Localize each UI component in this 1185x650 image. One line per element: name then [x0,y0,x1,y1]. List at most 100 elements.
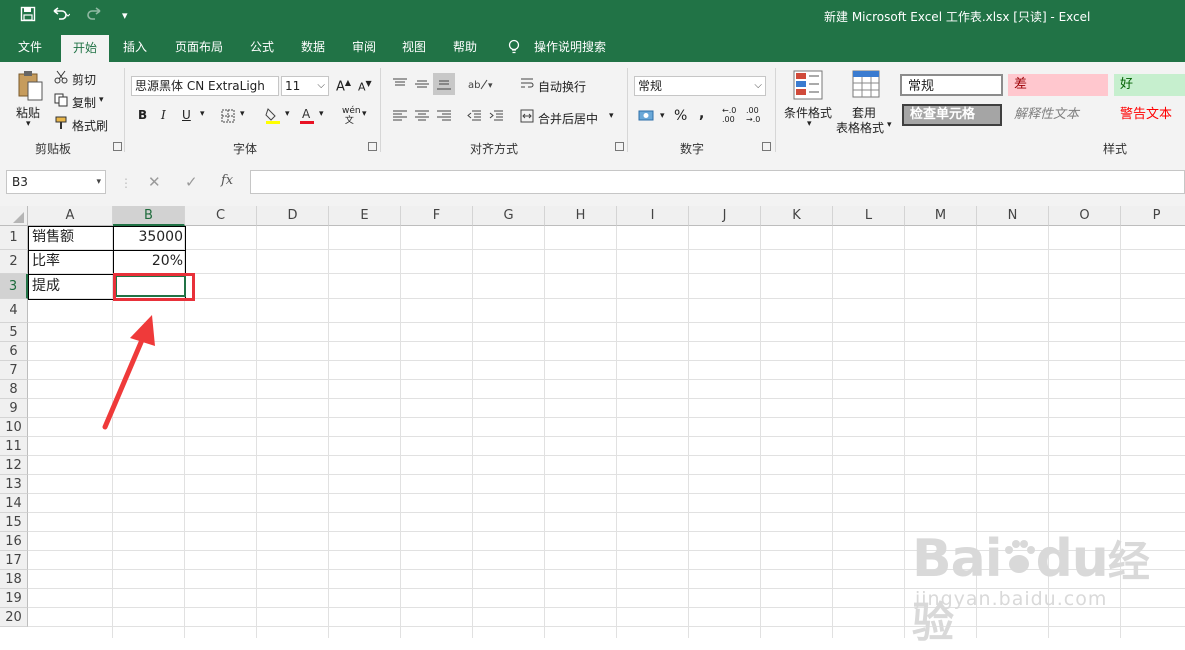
row-header-17[interactable]: 17 [0,551,28,570]
conditional-format-icon[interactable] [793,70,823,104]
row-header-1[interactable]: 1 [0,226,28,250]
column-header-f[interactable]: F [401,206,473,226]
chevron-down-icon[interactable]: ▾ [96,171,101,193]
decrease-indent-icon[interactable] [466,109,482,127]
style-explanatory[interactable]: 解释性文本 [1008,104,1108,126]
border-dropdown-icon[interactable]: ▾ [240,109,245,119]
cell-b1[interactable]: 35000 [113,225,183,249]
name-box[interactable]: B3 ▾ [6,170,106,194]
style-normal[interactable]: 常规 [900,74,1003,96]
save-icon[interactable] [20,6,36,26]
fill-color-icon[interactable] [264,106,282,128]
column-header-a[interactable]: A [28,206,113,226]
row-header-20[interactable]: 20 [0,608,28,627]
font-color-dropdown-icon[interactable]: ▾ [319,109,324,119]
column-header-j[interactable]: J [689,206,761,226]
currency-dropdown-icon[interactable]: ▾ [660,111,665,121]
tab-file[interactable]: 文件 [8,32,52,62]
undo-icon[interactable] [50,6,71,26]
cell-a3[interactable]: 提成 [32,274,60,298]
tab-insert[interactable]: 插入 [113,32,157,62]
column-header-p[interactable]: P [1121,206,1185,226]
orientation-icon[interactable]: ab ▾ [468,76,494,96]
column-header-l[interactable]: L [833,206,905,226]
row-header-15[interactable]: 15 [0,513,28,532]
tab-review[interactable]: 审阅 [342,32,386,62]
increase-decimal-button[interactable]: ←.0.00 [722,106,736,124]
row-header-11[interactable]: 11 [0,437,28,456]
copy-icon[interactable] [54,93,68,111]
tab-view[interactable]: 视图 [392,32,436,62]
copy-dropdown-icon[interactable]: ▾ [99,95,104,105]
merge-center-icon[interactable] [520,109,534,127]
font-launcher-icon[interactable] [368,142,377,151]
formula-input[interactable] [250,170,1185,194]
column-header-m[interactable]: M [905,206,977,226]
percent-button[interactable]: % [674,108,687,124]
enter-icon[interactable]: ✓ [185,173,198,191]
italic-button[interactable]: I [161,108,166,122]
underline-button[interactable]: U [182,108,191,122]
row-header-14[interactable]: 14 [0,494,28,513]
style-warning[interactable]: 警告文本 [1114,104,1185,126]
row-header-3[interactable]: 3 [0,274,28,299]
underline-dropdown-icon[interactable]: ▾ [200,109,205,119]
decrease-decimal-button[interactable]: .00 →.0 [746,106,760,124]
column-header-h[interactable]: H [545,206,617,226]
scissors-icon[interactable] [54,70,68,88]
comma-button[interactable]: , [699,106,704,122]
alignment-launcher-icon[interactable] [615,142,624,151]
merge-center-button[interactable]: 合并后居中 [538,110,598,127]
tab-page-layout[interactable]: 页面布局 [168,32,230,62]
fill-dropdown-icon[interactable]: ▾ [285,109,290,119]
font-family-select[interactable]: 思源黑体 CN ExtraLigh [131,76,279,96]
format-painter-icon[interactable] [54,116,68,134]
table-format-icon[interactable] [852,70,882,104]
font-color-icon[interactable]: A [298,106,316,128]
increase-font-icon[interactable]: A▲ [336,78,351,94]
wrap-text-icon[interactable] [520,77,534,95]
style-bad[interactable]: 差 [1008,74,1108,96]
conditional-format-dropdown-icon[interactable]: ▾ [807,119,812,129]
column-header-n[interactable]: N [977,206,1049,226]
row-header-9[interactable]: 9 [0,399,28,418]
increase-indent-icon[interactable] [488,109,504,127]
cancel-icon[interactable]: ✕ [148,173,161,191]
align-bottom-icon[interactable] [433,73,455,95]
currency-icon[interactable] [638,108,656,128]
column-header-d[interactable]: D [257,206,329,226]
tab-help[interactable]: 帮助 [443,32,487,62]
column-header-i[interactable]: I [617,206,689,226]
paste-icon[interactable] [16,70,44,106]
copy-button[interactable]: 复制 [72,94,96,111]
select-all-corner[interactable] [0,206,28,226]
column-header-c[interactable]: C [185,206,257,226]
number-launcher-icon[interactable] [762,142,771,151]
clipboard-launcher-icon[interactable] [113,142,122,151]
align-right-icon[interactable] [436,109,452,127]
align-middle-icon[interactable] [414,77,430,95]
column-header-b[interactable]: B [113,206,185,226]
align-top-icon[interactable] [392,77,408,95]
column-header-e[interactable]: E [329,206,401,226]
row-header-13[interactable]: 13 [0,475,28,494]
row-header-2[interactable]: 2 [0,250,28,274]
row-header-7[interactable]: 7 [0,361,28,380]
insert-function-icon[interactable]: fx [221,173,233,188]
style-check-cell[interactable]: 检查单元格 [902,104,1002,126]
row-header-18[interactable]: 18 [0,570,28,589]
column-header-g[interactable]: G [473,206,545,226]
align-center-icon[interactable] [414,109,430,127]
cell-a2[interactable]: 比率 [32,249,60,273]
row-header-6[interactable]: 6 [0,342,28,361]
row-header-12[interactable]: 12 [0,456,28,475]
tell-me-search[interactable]: 操作说明搜索 [528,32,612,62]
row-header-10[interactable]: 10 [0,418,28,437]
cell-a1[interactable]: 销售额 [32,225,74,249]
font-size-select[interactable]: 11 ⌵ [281,76,329,96]
paste-dropdown-icon[interactable]: ▾ [26,119,31,129]
column-header-o[interactable]: O [1049,206,1121,226]
tab-formulas[interactable]: 公式 [240,32,284,62]
row-header-4[interactable]: 4 [0,299,28,323]
tab-home[interactable]: 开始 [61,35,109,62]
